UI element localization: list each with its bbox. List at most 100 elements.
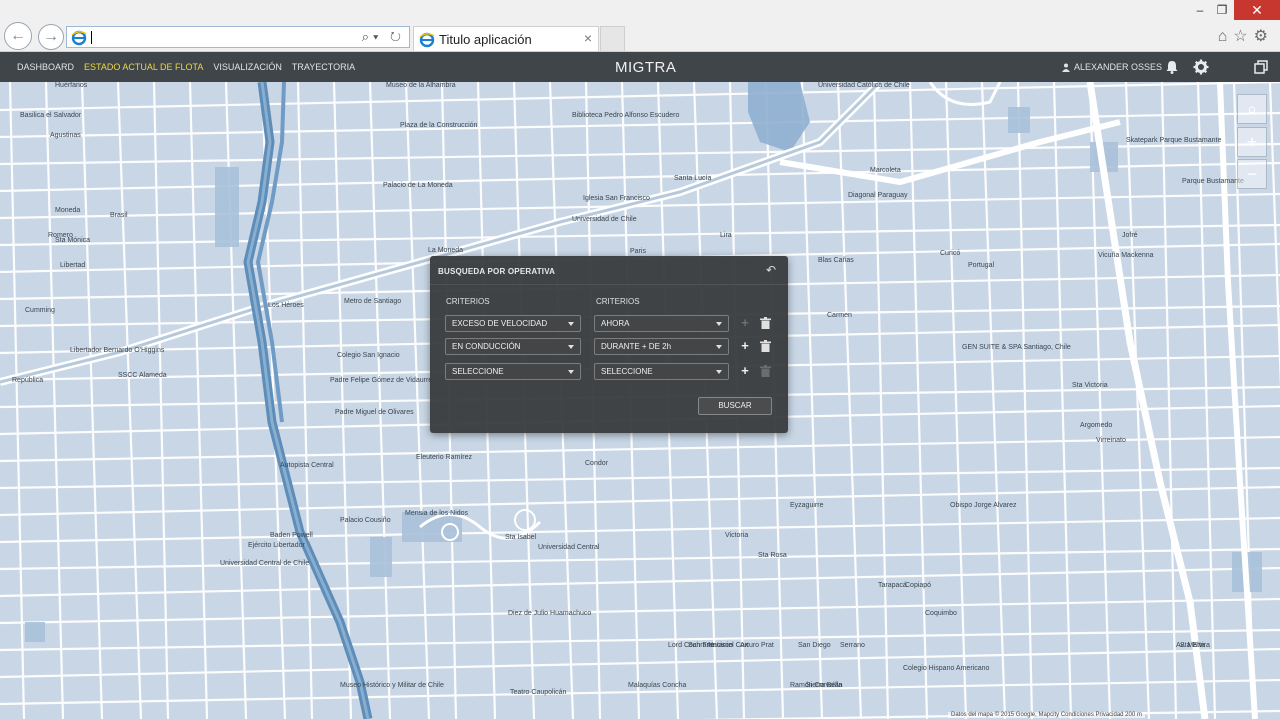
forward-button[interactable]: → xyxy=(38,24,64,50)
map-label: Virreinato xyxy=(1096,437,1126,444)
dialog-divider xyxy=(430,284,788,285)
map-label: Sierra Bella xyxy=(806,682,843,689)
browser-tab[interactable]: Titulo aplicación × xyxy=(413,26,599,51)
chevron-down-icon xyxy=(568,345,574,349)
address-tools-icon[interactable]: ⌕▾ ↻ xyxy=(362,29,405,45)
dialog-title: BUSQUEDA POR OPERATIVA xyxy=(438,267,556,276)
map-label: Obispo Jorge Alvarez xyxy=(950,502,1017,509)
map-label: Lira xyxy=(720,232,732,239)
map-label: Ejército Libertador xyxy=(248,542,305,549)
criteria-select-right[interactable]: AHORA xyxy=(594,315,729,332)
map-label: Palacio de La Moneda xyxy=(383,182,453,189)
app-top-bar: DASHBOARD ESTADO ACTUAL DE FLOTA VISUALIZA… xyxy=(0,52,1280,82)
map-label: Eleuterio Ramírez xyxy=(416,454,473,461)
chevron-down-icon xyxy=(716,322,722,326)
criteria-select-left[interactable]: SELECCIONE xyxy=(445,363,581,380)
nav-item-estado-actual-de-flota[interactable]: ESTADO ACTUAL DE FLOTA xyxy=(84,62,203,72)
delete-criteria-icon[interactable] xyxy=(759,365,771,377)
map-label: Skatepark Parque Bustamante xyxy=(1126,137,1222,144)
map-search-button[interactable]: ⌕ xyxy=(1237,94,1267,124)
map-label: Eyzaguirre xyxy=(790,502,824,509)
undo-back-icon[interactable]: ↶ xyxy=(766,264,778,276)
delete-criteria-icon[interactable] xyxy=(759,317,771,329)
map-label: Parque Bustamante xyxy=(1182,178,1244,185)
user-menu[interactable]: ALEXANDER OSSES xyxy=(1062,62,1162,72)
select-value: DURANTE + DE 2h xyxy=(601,342,672,351)
add-criteria-icon[interactable]: + xyxy=(739,339,751,352)
search-operation-dialog: BUSQUEDA POR OPERATIVA ↶ CRITERIOS CRITE… xyxy=(430,256,788,433)
zoom-out-button[interactable]: − xyxy=(1237,159,1267,189)
maximize-button[interactable]: ❐ xyxy=(1208,0,1236,20)
close-window-button[interactable]: ✕ xyxy=(1234,0,1280,20)
map-label: Malaquías Concha xyxy=(628,682,687,689)
restore-window-icon[interactable] xyxy=(1253,59,1269,75)
add-criteria-icon[interactable]: + xyxy=(739,316,751,329)
map-label: Brasil xyxy=(110,212,128,219)
new-tab-button[interactable] xyxy=(600,26,625,51)
delete-criteria-icon[interactable] xyxy=(759,340,771,352)
map-label: Diez de Julio Huamachuco xyxy=(508,610,592,617)
map-label: Marcoleta xyxy=(870,167,901,174)
gear-icon[interactable] xyxy=(1193,59,1209,75)
zoom-in-button[interactable]: + xyxy=(1237,127,1267,157)
map-label: Los Héroes xyxy=(268,302,304,309)
map-label: Museo de la Alhambra xyxy=(386,82,456,89)
map-label: Padre Miguel de Olivares xyxy=(335,409,414,416)
map-label: La Moneda xyxy=(428,247,464,254)
map-label: Autopista Central xyxy=(280,462,334,469)
criteria-header-right: CRITERIOS xyxy=(596,297,640,306)
map-label: Blas Cañas xyxy=(818,257,854,264)
app-brand: MIGTRA xyxy=(615,59,677,76)
bell-icon[interactable] xyxy=(1164,59,1180,75)
text-caret xyxy=(91,31,92,44)
criteria-select-left[interactable]: EN CONDUCCIÓN xyxy=(445,338,581,355)
map-label: Libertad xyxy=(60,262,86,269)
nav-item-dashboard[interactable]: DASHBOARD xyxy=(17,62,74,72)
map-attribution[interactable]: Datos del mapa © 2015 Google, Mapcity Co… xyxy=(948,712,1145,718)
map-label: Curicó xyxy=(940,250,961,257)
tab-title: Titulo aplicación xyxy=(439,32,532,47)
chevron-down-icon xyxy=(568,322,574,326)
chevron-down-icon xyxy=(716,345,722,349)
map-label: República xyxy=(12,377,44,384)
map-label: Carmen xyxy=(827,312,852,319)
map-label: GEN SUITE & SPA Santiago, Chile xyxy=(962,344,1071,351)
criteria-header-left: CRITERIOS xyxy=(446,297,490,306)
select-value: EXCESO DE VELOCIDAD xyxy=(452,319,548,328)
map-label: Huérfanos xyxy=(55,82,88,89)
select-value: SELECCIONE xyxy=(601,367,653,376)
map-label: SSCC Alameda xyxy=(118,372,167,379)
select-value: AHORA xyxy=(601,319,630,328)
nav-item-trayectoria[interactable]: TRAYECTORIA xyxy=(292,62,355,72)
map-label: Av. Matta xyxy=(1176,642,1205,649)
map-label: Museo Histórico y Militar de Chile xyxy=(340,682,444,689)
search-button[interactable]: BUSCAR xyxy=(698,397,772,415)
select-value: EN CONDUCCIÓN xyxy=(452,342,521,351)
browser-toolbar-icons[interactable]: ⌂☆⚙ xyxy=(1218,26,1274,46)
criteria-select-right[interactable]: SELECCIONE xyxy=(594,363,729,380)
map-label: Victoria xyxy=(725,532,749,539)
address-bar[interactable]: ⌕▾ ↻ xyxy=(66,26,410,48)
map-label: Agustinas xyxy=(50,132,81,139)
map-label: Metro de Santiago xyxy=(344,298,402,305)
map-label: Universidad de Chile xyxy=(572,216,637,223)
map-label: Vicuña Mackenna xyxy=(1098,252,1154,259)
tab-close-icon[interactable]: × xyxy=(584,30,592,46)
map-label: Serrano xyxy=(840,642,865,649)
map-label: Universidad Católica de Chile xyxy=(818,82,910,89)
map-label: Libertador Bernardo O'Higgins xyxy=(70,347,165,354)
map-label: Teatro Caupolicán xyxy=(510,689,567,696)
map-label: Jofré xyxy=(1122,232,1138,239)
nav-item-visualizaci-n[interactable]: VISUALIZACIÓN xyxy=(213,62,282,72)
map-label: Condor xyxy=(585,460,608,467)
back-button[interactable]: ← xyxy=(4,22,32,50)
map-label: Colegio Hispano Americano xyxy=(903,665,990,672)
select-value: SELECCIONE xyxy=(452,367,504,376)
criteria-select-right[interactable]: DURANTE + DE 2h xyxy=(594,338,729,355)
map-label: Copiapó xyxy=(905,582,932,589)
add-criteria-icon[interactable]: + xyxy=(739,364,751,377)
map-label: Sta Victoria xyxy=(1072,382,1108,389)
map-label: Universidad Central xyxy=(538,544,600,551)
map-label: Sta Isabel xyxy=(505,534,537,541)
criteria-select-left[interactable]: EXCESO DE VELOCIDAD xyxy=(445,315,581,332)
